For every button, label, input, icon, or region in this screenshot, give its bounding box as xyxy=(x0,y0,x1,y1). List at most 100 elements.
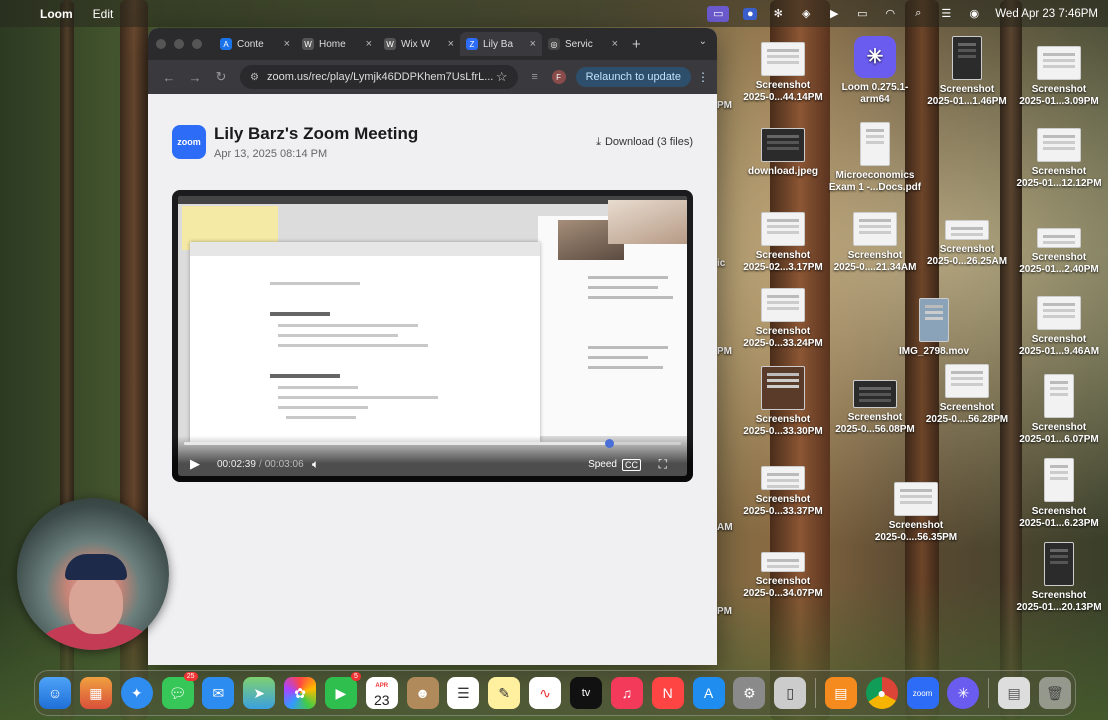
books-icon[interactable]: ▤ xyxy=(824,677,857,709)
captions-button[interactable]: CC xyxy=(622,459,641,471)
music-icon[interactable]: ♫ xyxy=(610,677,643,709)
desktop-file-icon[interactable]: Screenshot 2025-01...9.46AM xyxy=(1011,296,1107,358)
site-info-icon[interactable]: ⚙ xyxy=(250,72,259,83)
notes-icon[interactable]: ✎ xyxy=(488,677,521,709)
app-store-icon[interactable]: A xyxy=(692,677,725,709)
desktop-file-icon[interactable]: Screenshot 2025-0...33.37PM xyxy=(735,466,831,518)
iphone-mirroring-icon[interactable]: ▯ xyxy=(774,677,807,709)
mail-icon[interactable]: ✉ xyxy=(202,677,235,709)
messages-icon[interactable]: 💬︎ 25 xyxy=(161,672,198,709)
system-settings-icon[interactable]: ⚙ xyxy=(733,677,766,709)
profile-avatar[interactable]: F xyxy=(551,70,566,84)
desktop-file-icon[interactable]: download.jpeg xyxy=(735,128,831,178)
finder-icon[interactable]: ☺ xyxy=(39,677,71,709)
chevron-down-icon[interactable]: ⌄ xyxy=(699,36,707,47)
webcam-bubble[interactable] xyxy=(17,498,169,650)
minimize-window-button[interactable] xyxy=(174,39,184,49)
desktop-file-icon[interactable]: Screenshot 2025-02...3.17PM xyxy=(735,212,831,274)
maps-icon[interactable]: ➤ xyxy=(243,677,276,709)
play-circle-icon[interactable]: ▶ xyxy=(827,8,841,20)
tab-wix[interactable]: W Wix W × xyxy=(378,32,460,56)
gear-icon[interactable]: ✻ xyxy=(771,8,785,20)
downloads-stack-icon[interactable]: ▤ xyxy=(998,677,1031,709)
loom-recording-icon[interactable]: ▭ xyxy=(707,5,730,22)
zoom-status-icon[interactable]: ● xyxy=(743,7,758,20)
news-icon[interactable]: N xyxy=(651,677,684,709)
reload-icon[interactable]: ↻ xyxy=(208,69,234,85)
shield-icon[interactable]: ◈ xyxy=(799,8,813,20)
menu-clock[interactable]: Wed Apr 23 7:46PM xyxy=(995,8,1098,20)
launchpad-icon[interactable]: ▦ xyxy=(79,677,112,709)
apple-tv-icon[interactable]: tv xyxy=(569,677,602,709)
bookmark-star-icon[interactable]: ☆ xyxy=(496,69,508,85)
relaunch-update-button[interactable]: Relaunch to update xyxy=(575,67,691,87)
tab-close-icon[interactable]: × xyxy=(448,38,454,50)
address-bar[interactable]: ⚙ zoom.us/rec/play/Lymjk46DDPKhem7UsLfrL… xyxy=(240,65,518,89)
desktop-file-icon[interactable]: Screenshot 2025-01...1.46PM xyxy=(919,36,1015,108)
search-icon[interactable]: ⌕ xyxy=(911,7,925,20)
tab-close-icon[interactable]: × xyxy=(530,38,536,50)
tab-conte[interactable]: A Conte × xyxy=(214,32,296,56)
facetime-icon[interactable]: ▶ 5 xyxy=(324,672,361,709)
extensions-icon[interactable]: ≡ xyxy=(524,71,546,83)
close-window-button[interactable] xyxy=(156,39,166,49)
file-thumbnail xyxy=(1037,228,1081,248)
desktop-file-icon[interactable]: Screenshot 2025-0....56.35PM xyxy=(868,482,964,544)
control-center-icon[interactable]: ☰ xyxy=(939,8,953,20)
progress-knob[interactable] xyxy=(604,439,614,448)
safari-icon[interactable]: ✦ xyxy=(120,677,153,709)
url-text[interactable]: zoom.us/rec/play/Lymjk46DDPKhem7UsLfrL..… xyxy=(267,71,496,83)
tab-services[interactable]: ◎ Servic × xyxy=(542,32,624,56)
speed-button[interactable]: Speed xyxy=(588,459,617,470)
freeform-icon[interactable]: ∿ xyxy=(529,677,562,709)
zoom-window-button[interactable] xyxy=(192,39,202,49)
loom-app-icon[interactable]: ✳ xyxy=(947,677,980,709)
forward-arrow-icon[interactable]: → xyxy=(182,70,208,85)
tab-close-icon[interactable]: × xyxy=(366,38,372,50)
chrome-icon[interactable]: ● xyxy=(865,677,898,709)
desktop-file-icon[interactable]: Screenshot 2025-0...33.24PM xyxy=(735,288,831,350)
fullscreen-icon[interactable]: ⛶ xyxy=(659,457,667,472)
volume-icon[interactable]: 🔈︎ xyxy=(312,457,319,472)
back-arrow-icon[interactable]: ← xyxy=(156,70,182,85)
new-tab-button[interactable]: + xyxy=(632,36,641,53)
download-button[interactable]: ⤓ Download (3 files) xyxy=(596,136,693,149)
play-button[interactable]: ▶ xyxy=(190,456,200,472)
photos-icon[interactable]: ✿ xyxy=(284,677,317,709)
trash-icon[interactable]: 🗑︎ xyxy=(1038,677,1071,709)
desktop-file-icon[interactable]: Screenshot 2025-01...6.07PM xyxy=(1011,374,1107,446)
video-player[interactable]: ▶ 00:02:39/00:03:06 🔈︎ Speed CC ⛶ xyxy=(172,190,693,482)
contacts-icon[interactable]: ☻ xyxy=(406,677,439,709)
page-content: zoom Lily Barz's Zoom Meeting Apr 13, 20… xyxy=(148,94,717,665)
desktop-file-icon[interactable]: Screenshot 2025-01...12.12PM xyxy=(1011,128,1107,190)
battery-icon[interactable]: ▭ xyxy=(855,8,869,20)
tab-lily-barz[interactable]: Z Lily Ba × xyxy=(460,32,542,56)
tab-close-icon[interactable]: × xyxy=(612,38,618,50)
desktop-file-icon[interactable]: Screenshot 2025-01...20.13PM xyxy=(1011,542,1107,614)
desktop-file-icon[interactable]: Screenshot 2025-0....21.34AM xyxy=(827,212,923,274)
progress-bar[interactable] xyxy=(184,439,681,448)
calendar-icon[interactable]: APR 23 xyxy=(365,677,398,709)
desktop-app-icon[interactable]: ✳ Loom 0.275.1- arm64 xyxy=(827,36,923,106)
tab-home[interactable]: W Home × xyxy=(296,32,378,56)
desktop-file-icon[interactable]: Screenshot 2025-0...56.08PM xyxy=(827,380,923,436)
desktop-file-icon[interactable]: Screenshot 2025-01...3.09PM xyxy=(1011,46,1107,108)
desktop-file-icon[interactable]: Screenshot 2025-0...26.25AM xyxy=(919,210,1015,268)
more-menu-icon[interactable]: ⋮ xyxy=(697,70,709,84)
desktop-file-icon[interactable]: Screenshot 2025-0...44.14PM xyxy=(735,42,831,104)
siri-icon[interactable]: ◉ xyxy=(967,8,981,20)
reminders-icon[interactable]: ☰ xyxy=(447,677,480,709)
desktop-file-icon[interactable]: Microeconomics Exam 1 -...Docs.pdf xyxy=(827,122,923,194)
wifi-icon[interactable]: ◠ xyxy=(883,8,897,20)
menu-app-name[interactable]: Loom xyxy=(40,7,73,21)
file-thumbnail xyxy=(761,42,805,76)
desktop-file-icon[interactable]: Screenshot 2025-0...34.07PM xyxy=(735,552,831,600)
desktop-file-icon[interactable]: Screenshot 2025-01...6.23PM xyxy=(1011,458,1107,530)
desktop-file-icon[interactable]: Screenshot 2025-0....56.28PM xyxy=(919,364,1015,426)
desktop-file-icon[interactable]: Screenshot 2025-01...2.40PM xyxy=(1011,218,1107,276)
zoom-app-icon[interactable]: zoom xyxy=(906,677,939,709)
menu-edit[interactable]: Edit xyxy=(93,7,114,21)
desktop-video-icon[interactable]: IMG_2798.mov xyxy=(886,298,982,358)
desktop-file-icon[interactable]: Screenshot 2025-0...33.30PM xyxy=(735,366,831,438)
tab-close-icon[interactable]: × xyxy=(284,38,290,50)
